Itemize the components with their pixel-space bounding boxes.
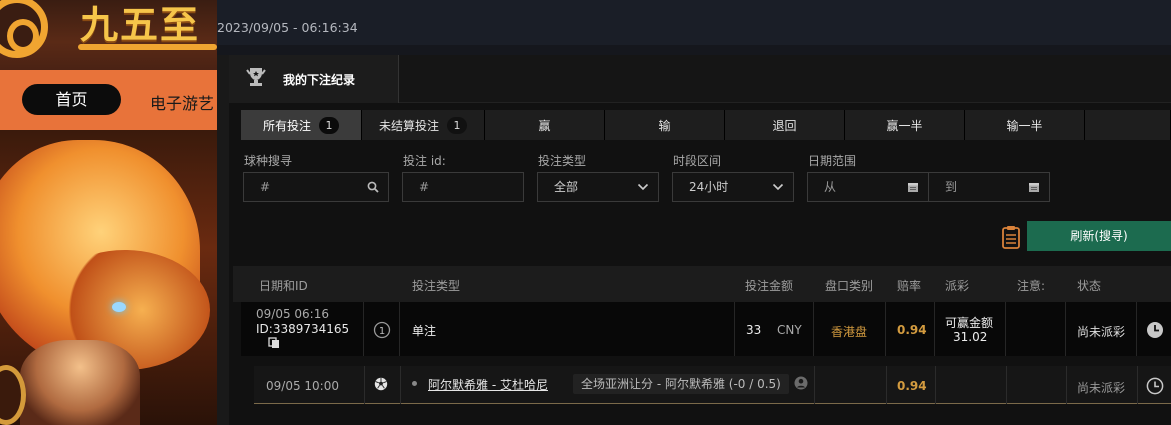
nav-home-button[interactable]: 首页 <box>22 84 121 115</box>
row-divider <box>814 366 815 404</box>
leg-count: 1 <box>379 326 385 337</box>
panel-gutter <box>217 55 229 425</box>
character-art <box>20 340 140 425</box>
datetime-display: 2023/09/05 - 06:16:34 <box>217 20 358 35</box>
tab-label: 赢一半 <box>886 118 923 133</box>
leg-count-icon: 1 <box>373 321 391 339</box>
site-logo-text: 九五至 <box>80 2 201 47</box>
bet-id-label: 投注 id: <box>403 154 446 168</box>
payout-value: 31.02 <box>953 330 988 344</box>
logo-icon <box>0 0 48 58</box>
bet-id-placeholder: # <box>419 180 430 194</box>
calendar-icon[interactable] <box>1028 181 1040 193</box>
search-icon[interactable] <box>367 181 379 193</box>
bet-type-value: 全部 <box>554 180 579 194</box>
col-odds: 赔率 <box>897 279 922 293</box>
match-link[interactable]: 阿尔默希雅 - 艾杜哈尼 <box>428 376 548 393</box>
tab-label: 所有投注 <box>262 118 311 133</box>
time-range-value: 24小时 <box>689 180 729 194</box>
sport-search-input[interactable]: # <box>243 172 389 202</box>
market-chip: 全场亚洲让分 - 阿尔默希雅 (-0 / 0.5) <box>573 374 789 394</box>
bet-status: 尚未派彩 <box>1077 325 1126 339</box>
refresh-search-button[interactable]: 刷新(搜寻) <box>1027 221 1171 251</box>
col-status: 状态 <box>1077 279 1102 293</box>
chevron-down-icon <box>772 183 784 191</box>
payout-label: 可赢金额 <box>945 316 994 330</box>
bet-date: 09/05 06:16 <box>256 307 329 321</box>
bet-odds: 0.94 <box>897 323 927 337</box>
bet-filter-tabs: 所有投注 1 未结算投注 1 赢 输 退回 赢一半 输一半 <box>241 110 1171 140</box>
bet-id: ID:3389734165 <box>256 322 350 336</box>
tab-label: 退回 <box>772 118 797 133</box>
row-divider <box>886 366 887 404</box>
panel-title: 我的下注纪录 <box>283 73 356 87</box>
row-divider <box>1006 366 1007 404</box>
tab-label: 输 <box>658 118 671 133</box>
selection-odds: 0.94 <box>897 379 927 393</box>
bet-type: 单注 <box>412 324 437 338</box>
col-amount: 投注金额 <box>745 279 794 293</box>
copy-icon[interactable] <box>268 337 280 349</box>
col-bet-type: 投注类型 <box>412 279 461 293</box>
tab-won[interactable]: 赢 <box>485 110 605 140</box>
col-payout: 派彩 <box>945 279 970 293</box>
player-avatar-icon <box>794 376 808 390</box>
tab-label: 赢 <box>538 118 551 133</box>
bet-id-input[interactable]: # <box>402 172 524 202</box>
row-divider <box>364 366 365 404</box>
sport-search-label: 球种搜寻 <box>244 154 293 168</box>
nav-item-slots[interactable]: 电子游艺 <box>150 90 214 114</box>
row-divider <box>1137 366 1138 404</box>
row-divider <box>400 366 401 404</box>
selection-status: 尚未派彩 <box>1077 381 1126 395</box>
col-date-id: 日期和ID <box>259 279 308 293</box>
tab-label: 输一半 <box>1006 118 1043 133</box>
selection-date: 09/05 10:00 <box>266 379 339 393</box>
cell-note <box>1006 302 1066 356</box>
bet-amount: 33 <box>746 323 762 337</box>
tab-refunded[interactable]: 退回 <box>725 110 845 140</box>
chevron-down-icon <box>637 183 649 191</box>
clock-icon <box>1147 322 1163 338</box>
tab-unsettled[interactable]: 未结算投注 1 <box>362 110 485 140</box>
col-odds-type: 盘口类别 <box>825 279 874 293</box>
tab-half-won[interactable]: 赢一半 <box>845 110 965 140</box>
row-divider <box>935 366 936 404</box>
col-note: 注意: <box>1017 279 1046 293</box>
trophy-icon <box>246 68 266 86</box>
tab-half-lost[interactable]: 输一半 <box>965 110 1085 140</box>
calendar-icon[interactable] <box>907 181 919 193</box>
sport-search-placeholder: # <box>260 180 271 194</box>
bullet-icon <box>412 381 417 386</box>
logo-swoosh <box>78 44 217 50</box>
date-range-label: 日期范围 <box>808 154 857 168</box>
row-divider <box>1066 366 1067 404</box>
time-range-label: 时段区间 <box>673 154 722 168</box>
bet-type-label: 投注类型 <box>538 154 587 168</box>
tab-lost[interactable]: 输 <box>605 110 725 140</box>
soccer-ball-icon <box>374 377 388 391</box>
date-to-placeholder: 到 <box>945 180 958 194</box>
odds-type-value: 香港盘 <box>831 325 868 339</box>
bet-type-select[interactable]: 全部 <box>537 172 659 202</box>
site-header: 九五至 <box>0 0 217 70</box>
date-to-input[interactable]: 到 <box>928 172 1050 202</box>
promo-artwork <box>0 130 217 425</box>
top-bar-divider <box>217 45 1171 55</box>
date-from-placeholder: 从 <box>824 180 837 194</box>
clock-icon <box>1146 377 1164 395</box>
count-badge: 1 <box>319 116 339 134</box>
tab-label: 未结算投注 <box>378 118 439 133</box>
top-bar <box>217 0 1171 45</box>
dragon-eye-art <box>112 302 126 312</box>
date-from-input[interactable]: 从 <box>807 172 929 202</box>
cell-bet-type <box>400 302 735 356</box>
time-range-select[interactable]: 24小时 <box>672 172 794 202</box>
count-badge: 1 <box>447 116 467 134</box>
tab-more[interactable] <box>1085 110 1171 140</box>
clipboard-icon[interactable] <box>1001 225 1021 249</box>
tab-all-bets[interactable]: 所有投注 1 <box>241 110 362 140</box>
bet-currency: CNY <box>777 323 802 337</box>
